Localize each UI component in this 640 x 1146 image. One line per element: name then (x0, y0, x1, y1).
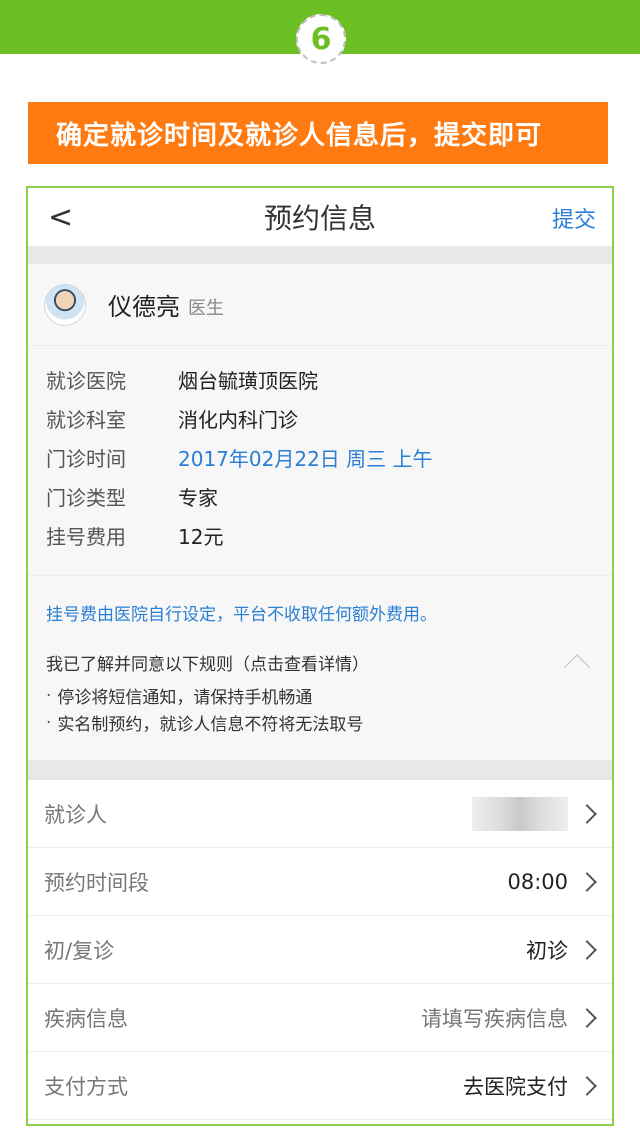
payment-label: 支付方式 (44, 1074, 128, 1099)
blurred-patient-name (472, 796, 568, 831)
detail-value: 专家 (178, 486, 218, 510)
section-divider (28, 246, 612, 264)
doctor-avatar (44, 283, 86, 326)
payment-method-selector[interactable]: 支付方式 去医院支付 (28, 1052, 612, 1120)
detail-value: 2017年02月22日 周三 上午 (178, 447, 433, 471)
section-divider (28, 760, 612, 780)
patient-selector[interactable]: 就诊人 (28, 780, 612, 848)
chevron-up-icon[interactable] (564, 654, 590, 680)
visit-type-label: 初/复诊 (44, 938, 115, 963)
rule-text: 实名制预约，就诊人信息不符将无法取号 (57, 715, 364, 735)
detail-value: 烟台毓璜顶医院 (178, 369, 318, 393)
disease-label: 疾病信息 (44, 1006, 128, 1031)
visit-type-selector[interactable]: 初/复诊 初诊 (28, 916, 612, 984)
chevron-right-icon (577, 871, 597, 892)
detail-label: 就诊医院 (46, 369, 126, 393)
appointment-details: 就诊医院 烟台毓璜顶医院 就诊科室 消化内科门诊 门诊时间 2017年02月22… (28, 346, 612, 576)
bullet-icon: · (46, 712, 52, 733)
detail-label: 就诊科室 (46, 408, 126, 432)
chevron-right-icon (577, 1075, 597, 1096)
visit-type-value: 初诊 (526, 938, 568, 963)
submit-button[interactable]: 提交 (552, 202, 596, 234)
disease-value-group: 请填写疾病信息 (421, 1003, 597, 1033)
phone-screen: < 预约信息 提交 仪德亮 医生 就诊医院 烟台毓璜顶医院 就诊科室 消化内科门… (26, 186, 614, 1126)
step-number-badge: 6 (296, 14, 346, 64)
rule-item: · 停诊将短信通知，请保持手机畅通 (46, 682, 594, 709)
time-slot-label: 预约时间段 (44, 870, 149, 895)
detail-row-fee: 挂号费用 12元 (46, 516, 612, 555)
detail-label: 门诊类型 (46, 486, 126, 510)
rules-header[interactable]: 我已了解并同意以下规则（点击查看详情） (46, 642, 594, 682)
chevron-right-icon (577, 803, 597, 824)
disease-placeholder: 请填写疾病信息 (421, 1006, 568, 1031)
patient-value-group (472, 796, 597, 831)
bullet-icon: · (46, 685, 52, 706)
navigation-bar: < 预约信息 提交 (28, 188, 612, 246)
detail-row-department: 就诊科室 消化内科门诊 (46, 399, 612, 438)
back-arrow-icon[interactable]: < (48, 200, 73, 235)
visit-type-value-group: 初诊 (526, 935, 597, 965)
time-slot-selector[interactable]: 预约时间段 08:00 (28, 848, 612, 916)
page-title: 预约信息 (263, 202, 376, 235)
detail-value: 消化内科门诊 (178, 408, 298, 432)
doctor-name: 仪德亮 (108, 293, 180, 321)
time-slot-value: 08:00 (507, 869, 568, 894)
disease-info-field[interactable]: 疾病信息 请填写疾病信息 (28, 984, 612, 1052)
detail-value: 12元 (178, 525, 224, 549)
instruction-banner: 确定就诊时间及就诊人信息后，提交即可 (28, 102, 608, 164)
rules-section: 挂号费由医院自行设定，平台不收取任何额外费用。 我已了解并同意以下规则（点击查看… (28, 576, 612, 760)
chevron-right-icon (577, 1007, 597, 1028)
patient-label: 就诊人 (44, 802, 107, 827)
detail-row-hospital: 就诊医院 烟台毓璜顶医院 (46, 360, 612, 399)
payment-value-group: 去医院支付 (463, 1071, 597, 1101)
payment-value: 去医院支付 (463, 1074, 568, 1099)
doctor-title: 医生 (188, 297, 224, 319)
rules-agreement-link[interactable]: 我已了解并同意以下规则（点击查看详情） (46, 650, 369, 675)
doctor-header: 仪德亮 医生 (28, 264, 612, 346)
detail-row-clinic-type: 门诊类型 专家 (46, 477, 612, 516)
time-slot-value-group: 08:00 (507, 869, 597, 894)
detail-label: 挂号费用 (46, 525, 126, 549)
detail-label: 门诊时间 (46, 447, 126, 471)
fee-note: 挂号费由医院自行设定，平台不收取任何额外费用。 (46, 605, 437, 625)
detail-row-time: 门诊时间 2017年02月22日 周三 上午 (46, 438, 612, 477)
chevron-right-icon (577, 939, 597, 960)
rule-item: · 实名制预约，就诊人信息不符将无法取号 (46, 709, 594, 736)
rule-text: 停诊将短信通知，请保持手机畅通 (57, 688, 313, 708)
